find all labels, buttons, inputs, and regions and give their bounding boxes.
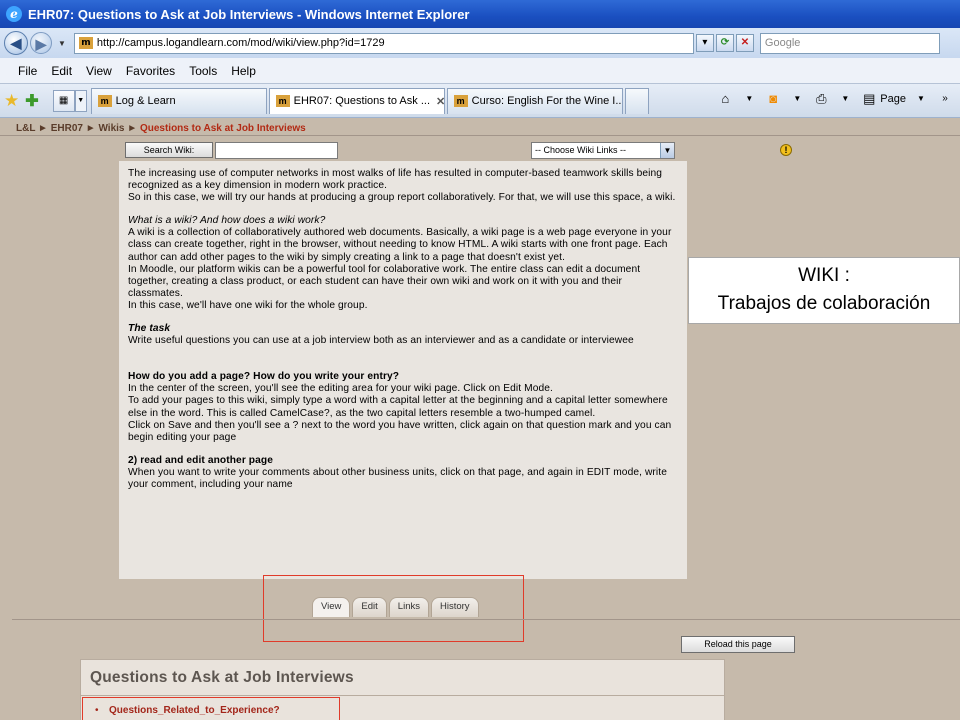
panel-divider (81, 695, 724, 696)
breadcrumb-home[interactable]: L&L (16, 123, 35, 134)
search-input[interactable]: Google (759, 32, 940, 54)
tab-row: ★ ✚ ▦ ▼ m Log & Learn m EHR07: Questions… (0, 84, 960, 118)
paragraph: In this case, we'll have one wiki for th… (128, 299, 368, 311)
menu-edit[interactable]: Edit (51, 64, 72, 78)
page-icon[interactable]: ▤ (860, 90, 878, 108)
section-heading: How do you add a page? How do you write … (128, 371, 400, 383)
address-row: ◀ ▶ ▼ m http://campus.logandlearn.com/mo… (0, 28, 960, 58)
menu-favorites[interactable]: Favorites (126, 64, 175, 78)
paragraph: In Moodle, our platform wikis can be a p… (128, 263, 641, 299)
help-icon[interactable]: ! (780, 144, 792, 156)
paragraph: The increasing use of computer networks … (128, 168, 663, 192)
chevron-right-icon[interactable]: » (936, 90, 954, 108)
command-bar: ⌂ ▼ ◙ ▼ ⎙ ▼ ▤ Page ▼ » (710, 90, 954, 108)
breadcrumb-separator: ► (85, 123, 96, 134)
overlay-line-1: WIKI : (798, 265, 850, 286)
wiki-content: The increasing use of computer networks … (119, 161, 687, 579)
history-dropdown-icon[interactable]: ▼ (58, 39, 66, 48)
paragraph: In the center of the screen, you'll see … (128, 383, 553, 395)
wiki-search-input[interactable] (215, 142, 338, 159)
feeds-dropdown-icon[interactable]: ▼ (788, 90, 806, 108)
tabs-divider (12, 619, 960, 620)
home-icon[interactable]: ⌂ (716, 90, 734, 108)
quick-tabs-icon[interactable]: ▦ (52, 89, 75, 112)
feeds-icon[interactable]: ◙ (764, 90, 782, 108)
tab-ehr07[interactable]: m EHR07: Questions to Ask ... ✕ (268, 87, 445, 114)
menu-help[interactable]: Help (231, 64, 256, 78)
paragraph: So in this case, we will try our hands a… (128, 192, 676, 204)
stop-icon[interactable]: ✕ (735, 34, 754, 52)
header-divider (0, 135, 960, 136)
breadcrumb: L&L ► EHR07 ► Wikis ► Questions to Ask a… (16, 123, 306, 134)
new-tab-button[interactable] (624, 87, 649, 114)
window-title: EHR07: Questions to Ask at Job Interview… (28, 6, 470, 22)
section-heading: What is a wiki? And how does a wiki work… (128, 215, 326, 227)
tab-log-learn[interactable]: m Log & Learn (90, 87, 267, 114)
section-heading: 2) read and edit another page (128, 454, 273, 466)
tab-favicon-icon: m (275, 95, 290, 107)
tab-curso-english[interactable]: m Curso: English For the Wine I... (446, 87, 623, 114)
search-wiki-button[interactable]: Search Wiki: (125, 142, 213, 158)
tab-label: EHR07: Questions to Ask ... (293, 95, 430, 107)
tab-favicon-icon: m (97, 95, 112, 107)
breadcrumb-wikis[interactable]: Wikis (98, 123, 124, 134)
tab-favicon-icon: m (453, 95, 468, 107)
paragraph: When you want to write your comments abo… (128, 466, 667, 490)
breadcrumb-course[interactable]: EHR07 (51, 123, 83, 134)
menu-view[interactable]: View (86, 64, 112, 78)
page-menu-label[interactable]: Page (880, 93, 906, 105)
ie-logo-icon: e (6, 6, 22, 22)
highlight-box (82, 697, 340, 720)
page-dropdown-icon[interactable]: ▼ (912, 90, 930, 108)
forward-button[interactable]: ▶ (30, 32, 52, 54)
refresh-icon[interactable]: ⟳ (715, 34, 734, 52)
add-favorite-icon[interactable]: ✚ (25, 91, 38, 111)
chevron-down-icon[interactable]: ▼ (660, 143, 674, 158)
breadcrumb-separator: ► (127, 123, 138, 134)
site-favicon-icon: m (78, 37, 93, 49)
address-field[interactable]: m http://campus.logandlearn.com/mod/wiki… (73, 32, 694, 54)
back-button[interactable]: ◀ (4, 31, 28, 55)
home-dropdown-icon[interactable]: ▼ (740, 90, 758, 108)
tab-label: Curso: English For the Wine I... (471, 95, 623, 107)
questions-panel-title: Questions to Ask at Job Interviews (90, 669, 354, 686)
section-heading: The task (128, 323, 171, 335)
print-dropdown-icon[interactable]: ▼ (836, 90, 854, 108)
breadcrumb-separator: ► (38, 123, 48, 134)
highlight-box (263, 575, 524, 642)
reload-page-button[interactable]: Reload this page (681, 636, 795, 653)
address-url[interactable]: http://campus.logandlearn.com/mod/wiki/v… (97, 37, 385, 49)
paragraph: Write useful questions you can use at a … (128, 335, 634, 347)
print-icon[interactable]: ⎙ (812, 90, 830, 108)
breadcrumb-current: Questions to Ask at Job Interviews (139, 123, 306, 134)
page-content: L&L ► EHR07 ► Wikis ► Questions to Ask a… (0, 118, 960, 720)
tab-label: Log & Learn (115, 95, 176, 107)
menu-tools[interactable]: Tools (189, 64, 217, 78)
paragraph: A wiki is a collection of collaborativel… (128, 227, 672, 263)
paragraph: Click on Save and then you'll see a ? ne… (128, 419, 672, 443)
window-titlebar: e EHR07: Questions to Ask at Job Intervi… (0, 0, 960, 28)
menu-file[interactable]: File (18, 64, 37, 78)
address-dropdown-icon[interactable]: ▾ (695, 34, 714, 52)
paragraph: To add your pages to this wiki, simply t… (128, 395, 668, 419)
menu-bar: File Edit View Favorites Tools Help (0, 58, 960, 84)
tab-list-dropdown-icon[interactable]: ▼ (74, 89, 87, 112)
close-tab-icon[interactable]: ✕ (436, 95, 444, 108)
wiki-links-select[interactable]: -- Choose Wiki Links -- ▼ (531, 142, 675, 159)
favorites-star-icon[interactable]: ★ (4, 91, 19, 111)
wiki-overlay-label: WIKI : Trabajos de colaboración (688, 257, 960, 324)
wiki-links-select-value: -- Choose Wiki Links -- (535, 145, 627, 155)
overlay-line-2: Trabajos de colaboración (717, 293, 931, 314)
